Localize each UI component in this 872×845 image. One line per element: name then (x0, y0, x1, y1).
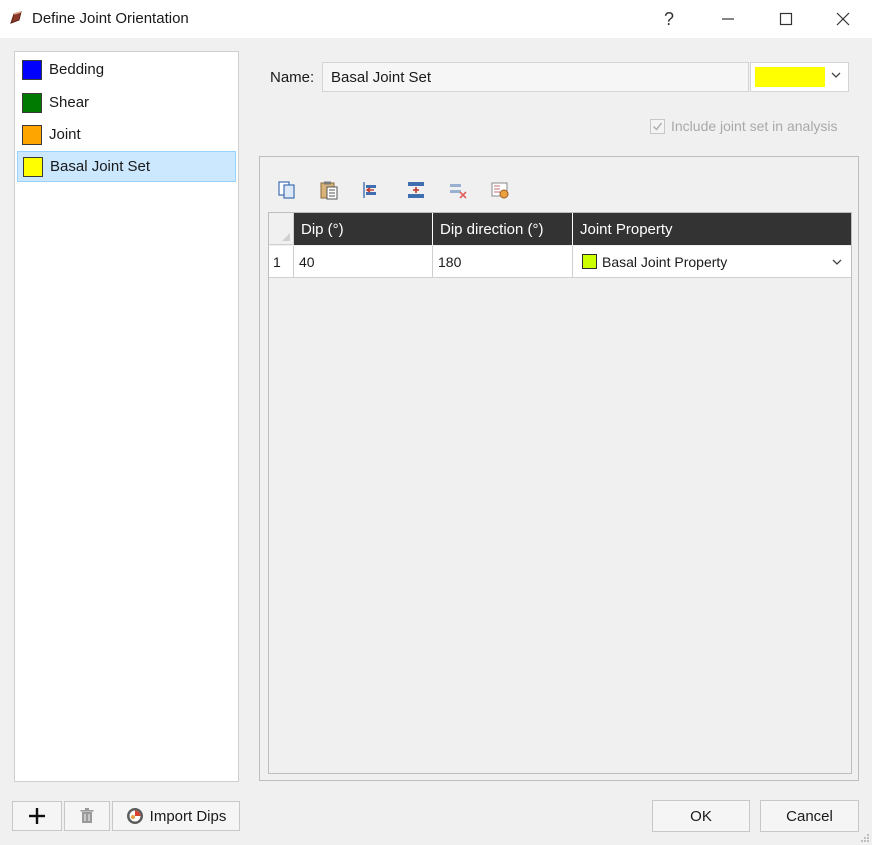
dialog-body: Bedding Shear Joint Basal Joint Set Impo… (0, 38, 872, 845)
row-number-label: 1 (273, 253, 281, 270)
delete-row-icon[interactable] (447, 179, 469, 201)
selected-color-swatch (755, 67, 825, 87)
properties-icon[interactable] (489, 179, 511, 201)
help-icon: ? (663, 8, 674, 29)
cancel-label: Cancel (786, 807, 833, 825)
insert-row-icon[interactable] (360, 179, 382, 201)
color-swatch (22, 124, 42, 145)
title-bar: Define Joint Orientation ? (0, 0, 872, 38)
joint-set-label: Bedding (49, 61, 105, 78)
maximize-icon (779, 12, 793, 26)
add-row-icon[interactable] (405, 179, 427, 201)
joint-property-dropdown[interactable]: Basal Joint Property (573, 246, 851, 278)
resize-grip-icon[interactable] (860, 833, 870, 843)
chevron-down-icon (831, 72, 841, 78)
column-header-dip[interactable]: Dip (°) (294, 213, 433, 245)
orientation-panel: Dip (°) Dip direction (°) Joint Property… (259, 156, 859, 781)
copy-icon[interactable] (276, 179, 298, 201)
import-dips-label: Import Dips (149, 807, 227, 825)
column-header-label: Dip direction (°) (440, 220, 544, 238)
ok-button[interactable]: OK (652, 800, 750, 832)
color-swatch (23, 156, 43, 177)
minimize-button[interactable] (705, 4, 751, 34)
joint-orientation-table: Dip (°) Dip direction (°) Joint Property… (268, 212, 852, 774)
joint-set-list: Bedding Shear Joint Basal Joint Set (14, 51, 239, 782)
row-number[interactable]: 1 (269, 246, 294, 278)
maximize-button[interactable] (763, 4, 809, 34)
joint-set-label: Joint (49, 126, 81, 143)
name-input-value: Basal Joint Set (331, 68, 432, 86)
column-header-joint-property[interactable]: Joint Property (573, 213, 851, 245)
joint-set-item-joint[interactable]: Joint (17, 119, 236, 150)
column-header-dip-direction[interactable]: Dip direction (°) (433, 213, 573, 245)
add-joint-set-button[interactable] (12, 801, 62, 831)
plus-icon (29, 808, 45, 824)
check-icon (652, 122, 663, 131)
dip-direction-cell[interactable]: 180 (433, 246, 573, 278)
cancel-button[interactable]: Cancel (760, 800, 859, 832)
dip-cell[interactable]: 40 (294, 246, 433, 278)
checkbox-box (650, 118, 665, 134)
dip-direction-value: 180 (438, 253, 462, 270)
table-corner (269, 213, 294, 245)
help-button[interactable]: ? (646, 4, 692, 34)
close-button[interactable] (820, 4, 866, 34)
include-joint-set-checkbox[interactable]: Include joint set in analysis (650, 118, 838, 134)
include-joint-set-label: Include joint set in analysis (671, 118, 838, 134)
color-swatch (22, 92, 42, 113)
column-header-label: Dip (°) (301, 220, 344, 238)
trash-icon (80, 808, 94, 823)
window-title: Define Joint Orientation (32, 10, 189, 27)
property-color-swatch (582, 254, 597, 269)
column-header-label: Joint Property (580, 220, 673, 238)
joint-set-label: Basal Joint Set (50, 158, 151, 175)
app-icon (10, 11, 22, 24)
joint-set-item-basal-joint-set[interactable]: Basal Joint Set (17, 151, 236, 182)
ok-label: OK (690, 807, 712, 825)
paste-icon[interactable] (318, 179, 340, 201)
joint-set-label: Shear (49, 94, 90, 111)
import-dips-button[interactable]: Import Dips (112, 801, 240, 831)
joint-set-item-shear[interactable]: Shear (17, 87, 236, 118)
dips-icon (126, 808, 143, 824)
chevron-down-icon (832, 259, 842, 265)
minimize-icon (722, 18, 734, 20)
color-picker-dropdown[interactable] (750, 62, 849, 92)
color-swatch (22, 59, 42, 80)
name-label: Name: (270, 69, 315, 86)
joint-property-value: Basal Joint Property (602, 253, 728, 270)
name-input[interactable]: Basal Joint Set (322, 62, 749, 92)
delete-joint-set-button[interactable] (64, 801, 110, 831)
dip-value: 40 (299, 253, 315, 270)
close-icon (836, 12, 850, 26)
joint-set-item-bedding[interactable]: Bedding (17, 54, 236, 85)
